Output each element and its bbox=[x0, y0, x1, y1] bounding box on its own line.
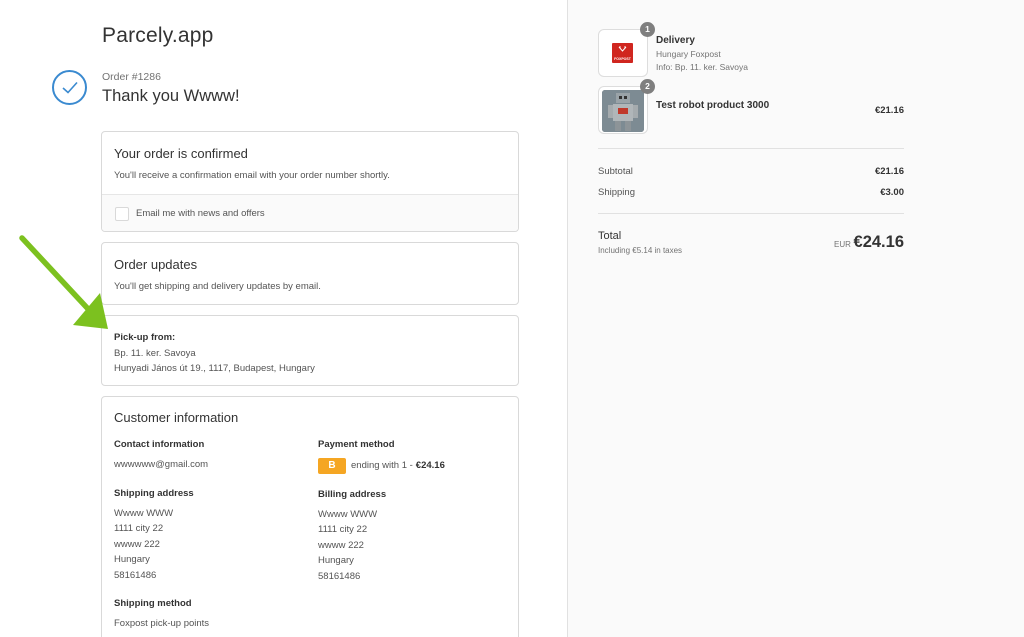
billing-line: 1111 city 22 bbox=[318, 524, 368, 535]
shipping-method-text: Foxpost pick-up points bbox=[114, 617, 210, 629]
pickup-title: Pick-up from: bbox=[114, 332, 176, 343]
billing-line: 58161486 bbox=[318, 570, 361, 582]
quantity-badge: 1 bbox=[640, 22, 655, 37]
payment-amount: €24.16 bbox=[415, 459, 445, 471]
pickup-box: Pick-up from: Bp. 11. ker. Savoya Hunyad… bbox=[101, 315, 519, 386]
order-confirmed-box: Your order is confirmed You'll receive a… bbox=[101, 131, 519, 232]
contact-info: Contact information wwwwww@gmail.com bbox=[114, 437, 208, 472]
shipping-label: Shipping bbox=[598, 187, 635, 198]
order-number: Order #1286 bbox=[102, 71, 161, 83]
shipping-line: 1111 city 22 bbox=[114, 523, 164, 534]
contact-heading: Contact information bbox=[114, 439, 205, 450]
billing-line: wwww 222 bbox=[318, 539, 364, 551]
delivery-carrier: Hungary Foxpost bbox=[656, 49, 721, 59]
newsletter-row: Email me with news and offers bbox=[102, 194, 518, 231]
thank-you-heading: Thank you Wwww! bbox=[102, 87, 240, 105]
order-updates-box: Order updates You'll get shipping and de… bbox=[101, 242, 519, 305]
product-thumbnail: 2 bbox=[598, 79, 655, 134]
billing-address: Billing address Wwww WWW 1111 city 22 ww… bbox=[318, 487, 386, 584]
divider bbox=[598, 148, 904, 149]
store-name[interactable]: Parcely.app bbox=[102, 24, 214, 48]
shipping-line: Wwww WWW bbox=[114, 507, 174, 519]
pickup-line-1: Bp. 11. ker. Savoya bbox=[114, 347, 196, 359]
customer-info-box: Customer information Contact information… bbox=[101, 396, 519, 637]
payment-heading: Payment method bbox=[318, 439, 395, 450]
payment-text: ending with 1 - bbox=[351, 459, 413, 471]
confirmed-title: Your order is confirmed bbox=[114, 146, 248, 161]
delivery-info: Info: Bp. 11. ker. Savoya bbox=[656, 62, 748, 72]
payment-info: Payment method B ending with 1 - €24.16 bbox=[318, 437, 445, 474]
green-arrow-icon bbox=[19, 235, 108, 329]
updates-title: Order updates bbox=[114, 257, 198, 272]
total-value: €24.16 bbox=[853, 233, 904, 251]
foxpost-logo-text: FOXPOST bbox=[614, 57, 631, 61]
billing-heading: Billing address bbox=[318, 489, 387, 500]
quantity-badge: 2 bbox=[640, 79, 655, 94]
foxpost-logo-icon: FOXPOST bbox=[612, 43, 633, 63]
bank-card-icon: B bbox=[318, 457, 346, 474]
subtotal-label: Subtotal bbox=[598, 166, 633, 177]
divider bbox=[598, 213, 904, 214]
total-label: Total bbox=[598, 230, 622, 242]
billing-line: Hungary bbox=[318, 555, 354, 566]
delivery-thumbnail: FOXPOST 1 bbox=[598, 22, 655, 77]
shipping-value: €3.00 bbox=[880, 187, 904, 198]
updates-text: You'll get shipping and delivery updates… bbox=[114, 281, 321, 292]
robot-product-image bbox=[602, 90, 644, 132]
confirmed-text: You'll receive a confirmation email with… bbox=[114, 170, 390, 181]
pickup-line-2: Hunyadi János út 19., 1117, Budapest, Hu… bbox=[114, 363, 315, 374]
delivery-name: Delivery bbox=[656, 35, 695, 46]
contact-email: wwwwww@gmail.com bbox=[114, 458, 209, 470]
shipping-method: Shipping method Foxpost pick-up points bbox=[114, 596, 209, 631]
shipping-line: Hungary bbox=[114, 554, 150, 565]
newsletter-label[interactable]: Email me with news and offers bbox=[136, 208, 265, 219]
subtotal-value: €21.16 bbox=[874, 166, 904, 177]
customer-info-title: Customer information bbox=[114, 410, 239, 425]
currency-code: EUR bbox=[834, 240, 851, 249]
shipping-method-heading: Shipping method bbox=[114, 598, 192, 609]
shipping-address: Shipping address Wwww WWW 1111 city 22 w… bbox=[114, 486, 194, 583]
shipping-line: wwww 222 bbox=[114, 538, 160, 550]
tax-note: Including €5.14 in taxes bbox=[598, 246, 683, 255]
product-name: Test robot product 3000 bbox=[656, 100, 770, 111]
shipping-heading: Shipping address bbox=[114, 488, 194, 499]
product-price: €21.16 bbox=[874, 105, 904, 116]
main-content: Parcely.app Order #1286 Thank you Wwww! … bbox=[0, 0, 567, 637]
newsletter-checkbox[interactable] bbox=[115, 207, 129, 221]
check-icon bbox=[52, 70, 87, 105]
shipping-line: 58161486 bbox=[114, 569, 157, 581]
billing-line: Wwww WWW bbox=[318, 508, 378, 520]
